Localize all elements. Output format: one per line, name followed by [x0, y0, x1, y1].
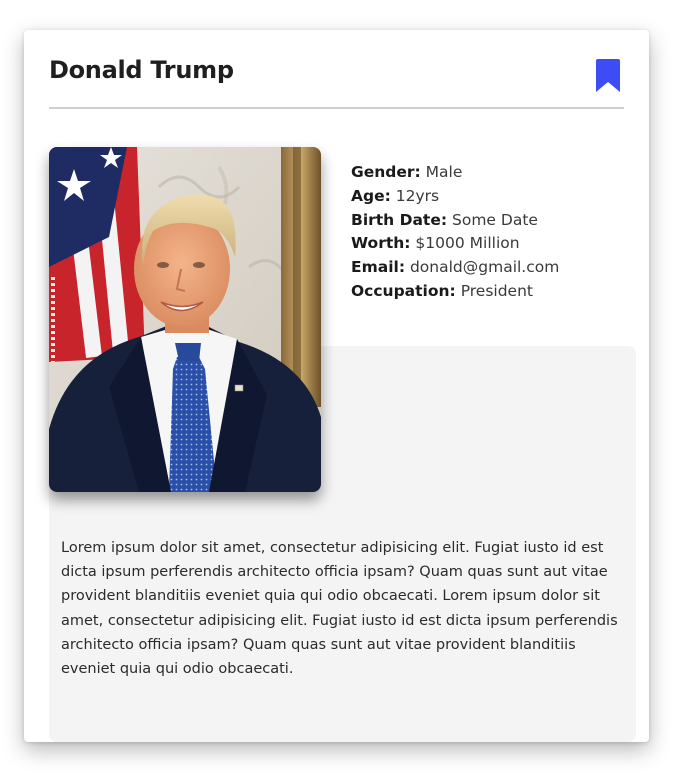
- detail-age: Age: 12yrs: [351, 186, 440, 205]
- bookmark-icon: [596, 59, 620, 92]
- profile-details: Gender: Male Age: 12yrs Birth Date: Some…: [351, 161, 559, 304]
- bookmark-button[interactable]: [596, 59, 620, 92]
- detail-worth: Worth: $1000 Million: [351, 234, 520, 253]
- profile-card: Donald Trump Gender: Male Age: 12yrs Bir…: [24, 30, 649, 742]
- profile-name: Donald Trump: [49, 56, 234, 84]
- detail-gender: Gender: Male: [351, 163, 463, 181]
- detail-occupation: Occupation: President: [351, 281, 533, 300]
- detail-birth-date: Birth Date: Some Date: [351, 210, 538, 229]
- header-divider: [49, 107, 624, 109]
- profile-bio: Lorem ipsum dolor sit amet, consectetur …: [61, 540, 618, 678]
- profile-photo: [49, 147, 321, 492]
- detail-email: Email: donald@gmail.com: [351, 258, 560, 277]
